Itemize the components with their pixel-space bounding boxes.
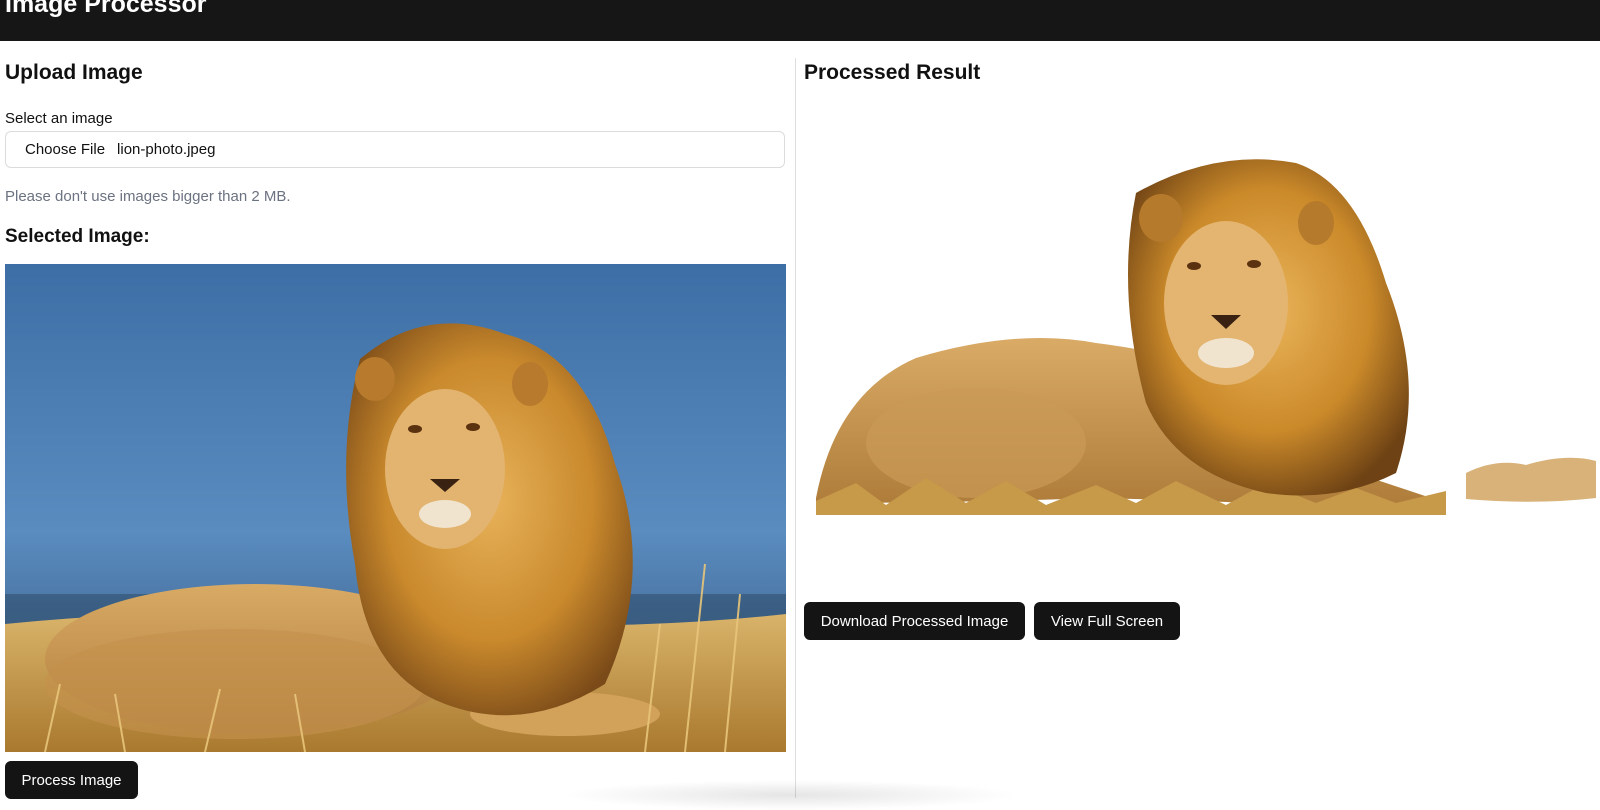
cutout-lion-haunch — [866, 388, 1086, 498]
cutout-lion-ear-right — [1298, 201, 1334, 245]
result-panel: Processed Result Download Processed Imag… — [796, 41, 1600, 803]
file-input[interactable]: Choose File lion-photo.jpeg — [5, 131, 785, 168]
choose-file-button[interactable]: Choose File — [25, 141, 105, 158]
processed-image — [816, 159, 1596, 515]
app-header: Image Processor — [0, 0, 1600, 41]
process-image-button[interactable]: Process Image — [5, 761, 138, 799]
upload-heading: Upload Image — [5, 61, 143, 84]
cutout-fragment — [1466, 457, 1596, 502]
lion-muzzle — [419, 500, 471, 528]
lion-ear-right — [512, 362, 548, 406]
lion-eye-right — [466, 423, 480, 431]
cutout-lion-eye-left — [1187, 262, 1201, 270]
selected-image-heading: Selected Image: — [5, 226, 150, 247]
view-full-screen-button[interactable]: View Full Screen — [1034, 602, 1180, 640]
lion-belly — [45, 629, 425, 739]
cutout-lion-eye-right — [1247, 260, 1261, 268]
upload-panel: Upload Image Select an image Choose File… — [0, 41, 795, 803]
file-size-hint: Please don't use images bigger than 2 MB… — [5, 188, 291, 205]
app-title: Image Processor — [5, 0, 207, 18]
cutout-lion-muzzle — [1198, 338, 1254, 368]
selected-file-name: lion-photo.jpeg — [117, 141, 216, 158]
download-processed-image-button[interactable]: Download Processed Image — [804, 602, 1025, 640]
selected-image — [5, 264, 786, 752]
cutout-lion-ear-left — [1139, 194, 1183, 242]
result-heading: Processed Result — [804, 61, 981, 84]
lion-ear-left — [355, 357, 395, 401]
lion-eye-left — [408, 425, 422, 433]
file-field-label: Select an image — [5, 110, 113, 127]
bottom-shadow — [560, 780, 1020, 810]
